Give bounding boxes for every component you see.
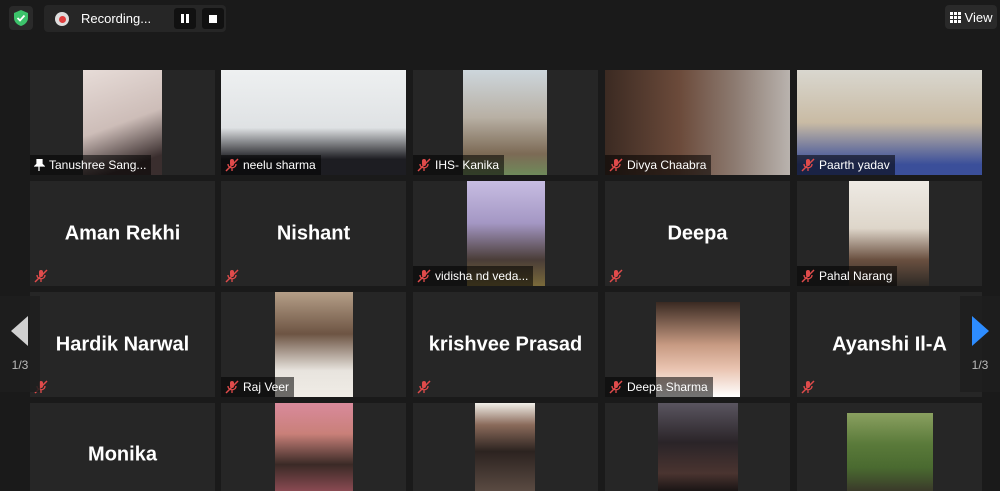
participant-name: Tanushree Sang... (49, 158, 147, 172)
participant-nametag: Paarth yadav (797, 155, 895, 175)
muted-mic-icon (225, 380, 239, 394)
participant-display-name: Nishant (276, 222, 351, 244)
recording-label: Recording... (81, 11, 152, 26)
participant-display-name: Deepa (667, 222, 728, 244)
muted-mic-icon (801, 269, 815, 283)
muted-mic-icon (609, 158, 623, 172)
participant-name: Raj Veer (243, 380, 290, 394)
security-shield-icon[interactable] (9, 6, 33, 30)
participant-video (475, 403, 535, 491)
participant-nametag: Divya Chaabra (605, 155, 712, 175)
participant-nametag: neelu sharma (221, 155, 321, 175)
participant-tile[interactable]: Deepa (605, 181, 790, 286)
chevron-left-icon (11, 316, 28, 346)
participant-video (658, 403, 738, 491)
page-indicator-left: 1/3 (11, 358, 29, 372)
participant-name: Paarth yadav (819, 158, 890, 172)
participant-tile[interactable]: Raj Veer (221, 292, 406, 397)
participant-nametag: vidisha nd veda... (413, 266, 534, 286)
participant-display-name: Monika (88, 443, 157, 466)
muted-mic-icon (417, 269, 431, 283)
participant-tile[interactable]: Aman Rekhi (30, 181, 215, 286)
participant-tile[interactable]: Pahal Narang (797, 181, 982, 286)
participant-nametag: IHS- Kanika (413, 155, 505, 175)
muted-mic-icon (609, 380, 623, 394)
stop-recording-button[interactable] (202, 8, 224, 29)
page-indicator-right: 1/3 (971, 358, 989, 372)
grid-icon (949, 11, 961, 23)
muted-mic-icon (225, 269, 239, 283)
participant-tile[interactable]: IHS- Kanika (413, 70, 598, 175)
previous-page-button[interactable]: 1/3 (0, 296, 40, 392)
participant-display-name: krishvee Prasad (428, 333, 583, 355)
participant-tile[interactable]: Paarth yadav (797, 70, 982, 175)
participant-tile[interactable]: Divya Chaabra (605, 70, 790, 175)
muted-mic-icon (417, 158, 431, 172)
recording-indicator: Recording... (44, 5, 226, 32)
participant-display-name: Hardik Narwal (55, 333, 190, 355)
pin-icon (34, 159, 45, 171)
participant-display-name: Aman Rekhi (64, 222, 181, 244)
muted-mic-icon (417, 380, 431, 394)
participant-name: neelu sharma (243, 158, 316, 172)
muted-mic-icon (801, 158, 815, 172)
participant-nametag: Raj Veer (221, 377, 295, 397)
participant-name: Deepa Sharma (627, 380, 708, 394)
meeting-top-bar: Recording... View (0, 0, 1000, 38)
participant-name: Divya Chaabra (627, 158, 707, 172)
participant-tile[interactable]: Tanushree Sang... (30, 70, 215, 175)
stop-icon (209, 14, 217, 23)
participant-video (275, 403, 353, 491)
participant-tile[interactable]: Ayanshi Il-A (797, 292, 982, 397)
participant-tile[interactable] (797, 403, 982, 491)
pause-icon (181, 14, 189, 23)
participant-name: Pahal Narang (819, 269, 893, 283)
participant-tile[interactable]: krishvee Prasad (413, 292, 598, 397)
next-page-button[interactable]: 1/3 (960, 296, 1000, 392)
muted-mic-icon (225, 158, 239, 172)
view-label: View (964, 9, 993, 25)
muted-mic-icon (801, 380, 815, 394)
participant-tile[interactable]: Deepa Sharma (605, 292, 790, 397)
participant-tile[interactable]: Nishant (221, 181, 406, 286)
participant-nametag: Deepa Sharma (605, 377, 713, 397)
participant-nametag: Tanushree Sang... (30, 155, 152, 175)
participant-tile[interactable]: Monika (30, 403, 215, 491)
participant-display-name: Ayanshi Il-A (832, 333, 947, 355)
recording-dot-icon (55, 12, 69, 26)
participant-name: IHS- Kanika (435, 158, 500, 172)
participant-tile[interactable]: vidisha nd veda... (413, 181, 598, 286)
participant-video (847, 413, 933, 491)
participant-tile[interactable]: Hardik Narwal (30, 292, 215, 397)
muted-mic-icon (34, 269, 48, 283)
participant-name: vidisha nd veda... (435, 269, 529, 283)
participant-tile[interactable]: neelu sharma (221, 70, 406, 175)
pause-recording-button[interactable] (174, 8, 196, 29)
muted-mic-icon (609, 269, 623, 283)
chevron-right-icon (972, 316, 989, 346)
participant-tile[interactable] (605, 403, 790, 491)
view-button[interactable]: View (945, 5, 997, 29)
participant-tile[interactable] (413, 403, 598, 491)
participant-nametag: Pahal Narang (797, 266, 898, 286)
participant-tile[interactable] (221, 403, 406, 491)
